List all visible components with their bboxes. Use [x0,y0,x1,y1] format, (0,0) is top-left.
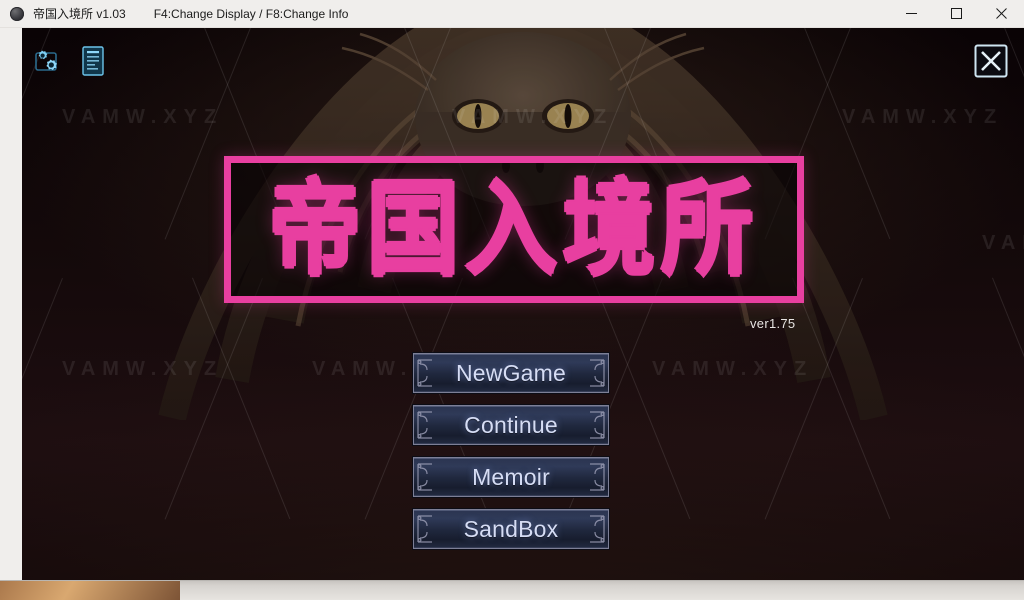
settings-gears-icon[interactable] [30,44,64,78]
keyboard-hint-text: F4:Change Display / F8:Change Info [153,6,349,21]
app-icon [10,6,24,21]
title-bar: 帝国入境所 v1.03 F4:Change Display / F8:Chang… [0,0,1024,28]
corner-ornament-icon [590,359,605,387]
corner-ornament-icon [590,411,605,439]
menu-button-continue[interactable]: Continue [413,405,609,445]
corner-ornament-icon [417,359,432,387]
version-label: ver1.75 [750,316,796,331]
menu-button-label: Continue [464,411,558,438]
window-controls [889,0,1024,28]
menu-button-label: SandBox [463,515,559,542]
tool-icons [30,44,112,78]
exit-x-icon[interactable] [974,44,1008,78]
menu-button-label: Memoir [472,463,550,490]
corner-ornament-icon [417,411,432,439]
minimize-button[interactable] [889,0,934,28]
document-icon[interactable] [78,44,112,78]
menu-button-sandbox[interactable]: SandBox [413,509,609,549]
maximize-button[interactable] [934,0,979,28]
corner-ornament-icon [590,515,605,543]
corner-ornament-icon [417,515,432,543]
window-title: 帝国入境所 v1.03 [33,7,126,21]
corner-ornament-icon [590,463,605,491]
application-window: 帝国入境所 v1.03 F4:Change Display / F8:Chang… [0,0,1024,580]
game-title-text: 帝国入境所 [268,169,759,289]
close-button[interactable] [979,0,1024,28]
game-logo-inner: 帝国入境所 [237,169,791,290]
menu-button-label: NewGame [455,359,567,386]
main-menu: NewGame Continue Memoir SandBox [413,353,609,549]
menu-button-memoir[interactable]: Memoir [413,457,609,497]
game-logo: 帝国入境所 [224,156,804,303]
menu-button-newgame[interactable]: NewGame [413,353,609,393]
game-viewport: VAMW.XYZ VAMW.XYZ VAMW.XYZ VAMW.XYZ VAMW… [22,28,1024,580]
corner-ornament-icon [417,463,432,491]
